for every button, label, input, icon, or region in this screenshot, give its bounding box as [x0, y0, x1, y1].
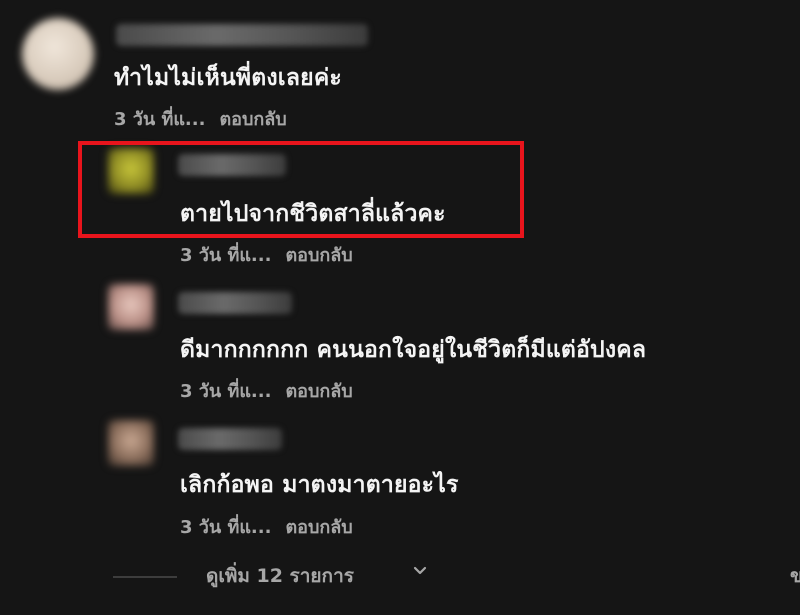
comment-text: ทำไมไม่เห็นพี่ตงเลยค่ะ: [114, 65, 342, 91]
divider-line: [113, 576, 177, 578]
comment-time: 3 วัน ที่แ...: [180, 245, 272, 266]
username-redacted[interactable]: [178, 428, 282, 450]
reply-button[interactable]: ตอบกลับ: [285, 517, 352, 538]
avatar[interactable]: [108, 148, 154, 194]
comment-time: 3 วัน ที่แ...: [114, 109, 206, 130]
comment-meta: 3 วัน ที่แ... ตอบกลับ: [180, 512, 353, 541]
comment-meta: 3 วัน ที่แ... ตอบกลับ: [180, 376, 353, 405]
view-more-replies: ดูเพิ่ม 12 รายการ: [0, 560, 800, 590]
username-redacted[interactable]: [178, 292, 292, 314]
comment-meta: 3 วัน ที่แ... ตอบกลับ: [114, 104, 287, 133]
reply-button[interactable]: ตอบกลับ: [285, 245, 352, 266]
comment-meta: 3 วัน ที่แ... ตอบกลับ: [180, 240, 353, 269]
avatar[interactable]: [108, 284, 154, 330]
reply-button[interactable]: ตอบกลับ: [285, 381, 352, 402]
username-redacted[interactable]: [116, 24, 368, 46]
avatar[interactable]: [22, 18, 94, 90]
comment-time: 3 วัน ที่แ...: [180, 517, 272, 538]
cut-off-text: ข: [790, 565, 800, 587]
username-redacted[interactable]: [178, 154, 286, 176]
comment-text: ดีมากกกกกก คนนอกใจอยู่ในชีวิตก็มีแต่อัปง…: [180, 337, 647, 363]
reply-button[interactable]: ตอบกลับ: [219, 109, 286, 130]
chevron-down-icon[interactable]: [412, 563, 428, 579]
view-more-button[interactable]: ดูเพิ่ม 12 รายการ: [206, 561, 354, 591]
avatar[interactable]: [108, 420, 154, 466]
comment-time: 3 วัน ที่แ...: [180, 381, 272, 402]
comment-text: ตายไปจากชีวิตสาลี่แล้วคะ: [180, 201, 446, 227]
comment-text: เลิกก้อพอ มาตงมาตายอะไร: [180, 472, 459, 498]
